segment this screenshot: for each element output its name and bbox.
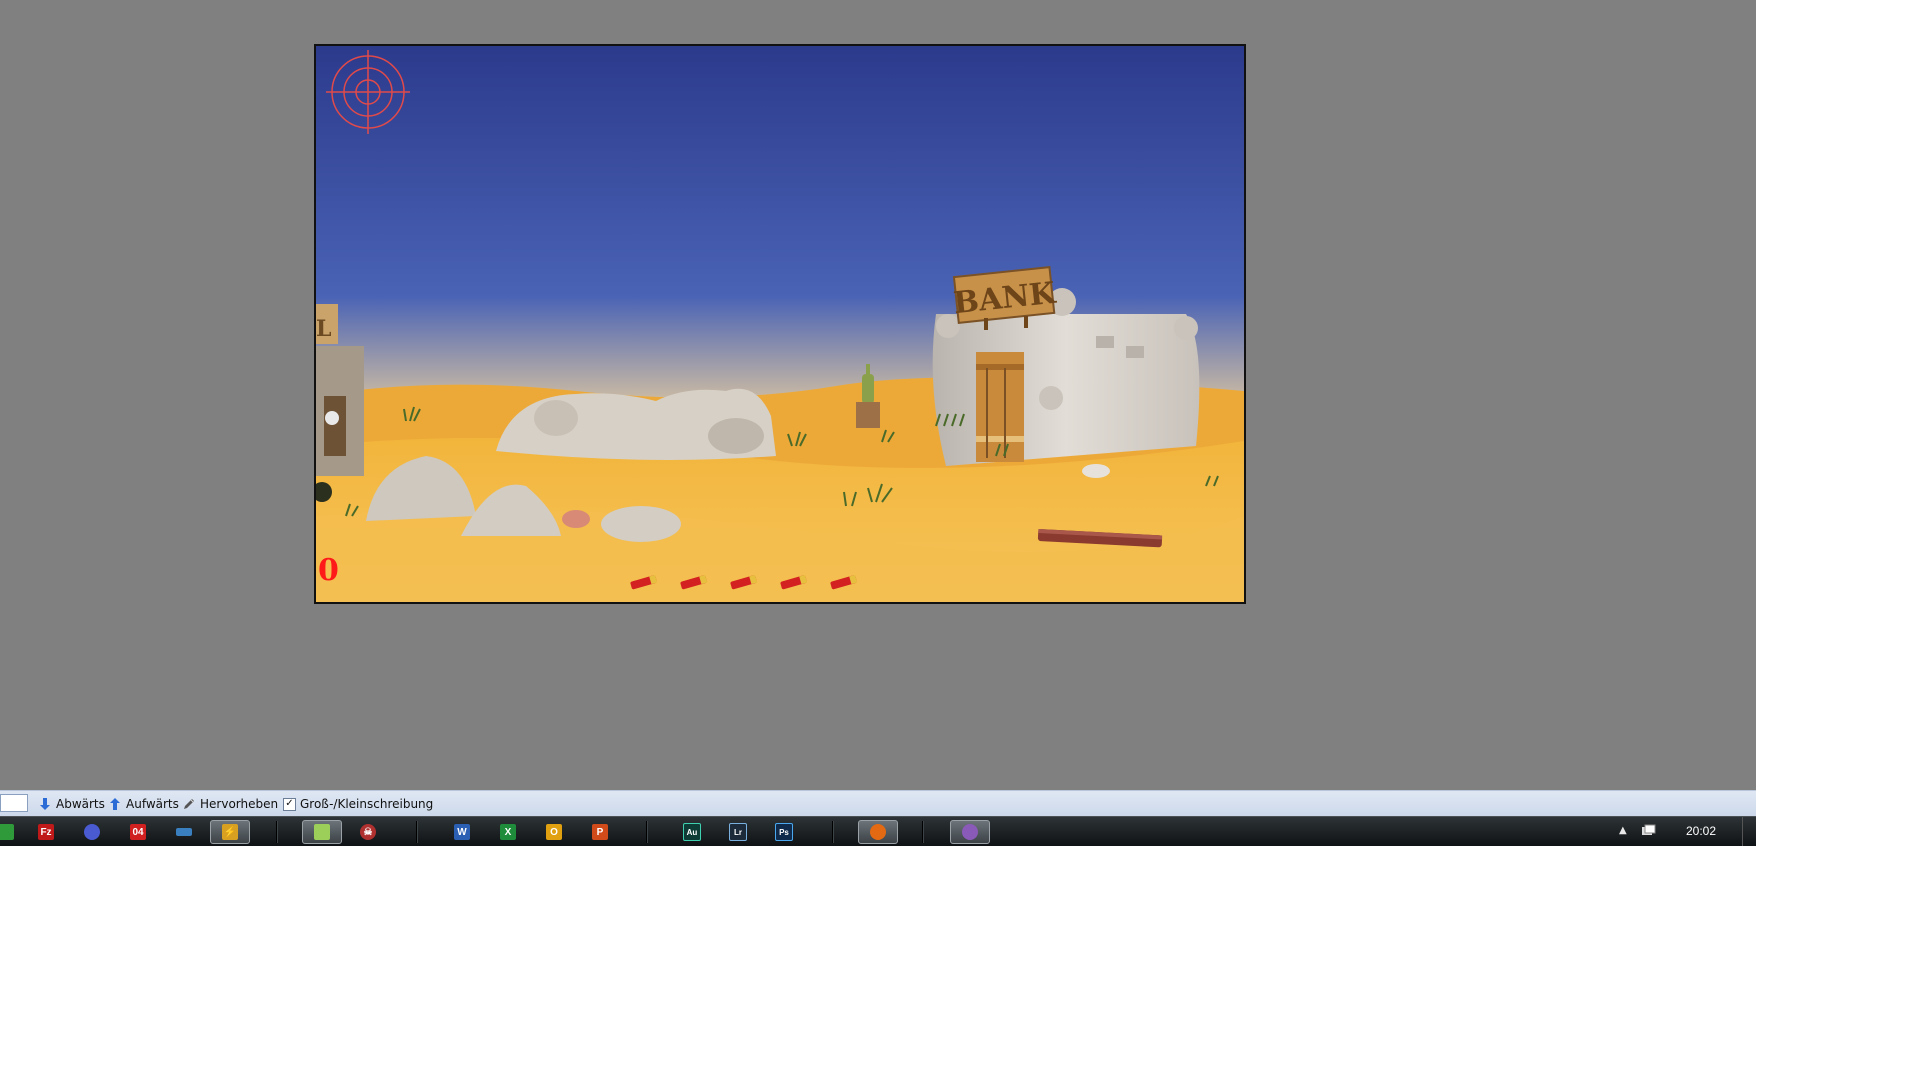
network-app-icon <box>176 828 192 836</box>
taskbar-app-filezilla[interactable]: Fz <box>26 820 66 844</box>
highlight-all-label: Hervorheben <box>200 797 279 811</box>
taskbar-app-word[interactable]: W <box>442 820 482 844</box>
globe-app-icon <box>84 824 100 840</box>
photoshop-icon: Ps <box>775 823 793 841</box>
calendar-app-icon: 04 <box>130 824 146 840</box>
taskbar-app-audition[interactable]: Au <box>672 820 712 844</box>
highlighter-icon <box>184 799 194 809</box>
svg-text:L: L <box>316 316 331 342</box>
match-case-label: Groß-/Kleinschreibung <box>300 797 434 811</box>
find-next-button[interactable]: Abwärts <box>38 795 105 813</box>
excel-icon: X <box>500 824 516 840</box>
taskbar: Fz 04 ⚡ ☠ W X O P Au Lr Ps ▲ 20:02 <box>0 816 1756 846</box>
notepad-icon <box>314 824 330 840</box>
taskbar-app-network[interactable] <box>164 820 204 844</box>
find-previous-button[interactable]: Aufwärts <box>108 795 179 813</box>
find-bar: Abwärts Aufwärts Hervorheben ✓ Groß-/Kle… <box>0 790 1756 817</box>
filezilla-icon: Fz <box>38 824 54 840</box>
taskbar-app-game[interactable] <box>950 820 990 844</box>
find-next-label: Abwärts <box>56 797 105 811</box>
start-button[interactable] <box>0 820 26 844</box>
skull-app-icon: ☠ <box>360 824 376 840</box>
taskbar-app-firefox[interactable] <box>858 820 898 844</box>
score-counter: 0 <box>318 553 339 588</box>
firefox-icon <box>870 824 886 840</box>
match-case-toggle[interactable]: ✓ Groß-/Kleinschreibung <box>283 795 433 813</box>
taskbar-app-powerpoint[interactable]: P <box>580 820 620 844</box>
game-scene[interactable]: L BANK <box>316 46 1244 602</box>
start-orb-icon <box>0 824 14 840</box>
show-hidden-icons-button[interactable]: ▲ <box>1619 825 1627 836</box>
show-desktop-button[interactable] <box>1742 817 1756 846</box>
outlook-icon: O <box>546 824 562 840</box>
taskbar-app-excel[interactable]: X <box>488 820 528 844</box>
arrow-down-icon <box>40 798 50 810</box>
taskbar-app-globe[interactable] <box>72 820 112 844</box>
network-tray-icon[interactable] <box>1640 823 1656 839</box>
taskbar-app-photoshop[interactable]: Ps <box>764 820 804 844</box>
taskbar-app-calendar[interactable]: 04 <box>118 820 158 844</box>
game-app-icon <box>962 824 978 840</box>
find-input[interactable] <box>0 794 28 812</box>
highlight-all-button[interactable]: Hervorheben <box>182 795 278 813</box>
taskbar-app-lightroom[interactable]: Lr <box>718 820 758 844</box>
game-window[interactable]: L BANK 0 <box>314 44 1246 604</box>
taskbar-app-notepad[interactable] <box>302 820 342 844</box>
match-case-checkbox[interactable]: ✓ <box>283 797 296 811</box>
winamp-icon: ⚡ <box>222 824 238 840</box>
taskbar-clock[interactable]: 20:02 <box>1676 824 1726 838</box>
bottle <box>862 374 874 404</box>
powerpoint-icon: P <box>592 824 608 840</box>
taskbar-app-winamp[interactable]: ⚡ <box>210 820 250 844</box>
lightroom-icon: Lr <box>729 823 747 841</box>
find-previous-label: Aufwärts <box>126 797 179 811</box>
word-icon: W <box>454 824 470 840</box>
audition-icon: Au <box>683 823 701 841</box>
taskbar-app-outlook[interactable]: O <box>534 820 574 844</box>
taskbar-app-skull[interactable]: ☠ <box>348 820 388 844</box>
arrow-up-icon <box>110 798 120 810</box>
desktop-screen: L BANK 0 Abwärts Aufwärts Hervorheben ✓ … <box>0 0 1756 846</box>
